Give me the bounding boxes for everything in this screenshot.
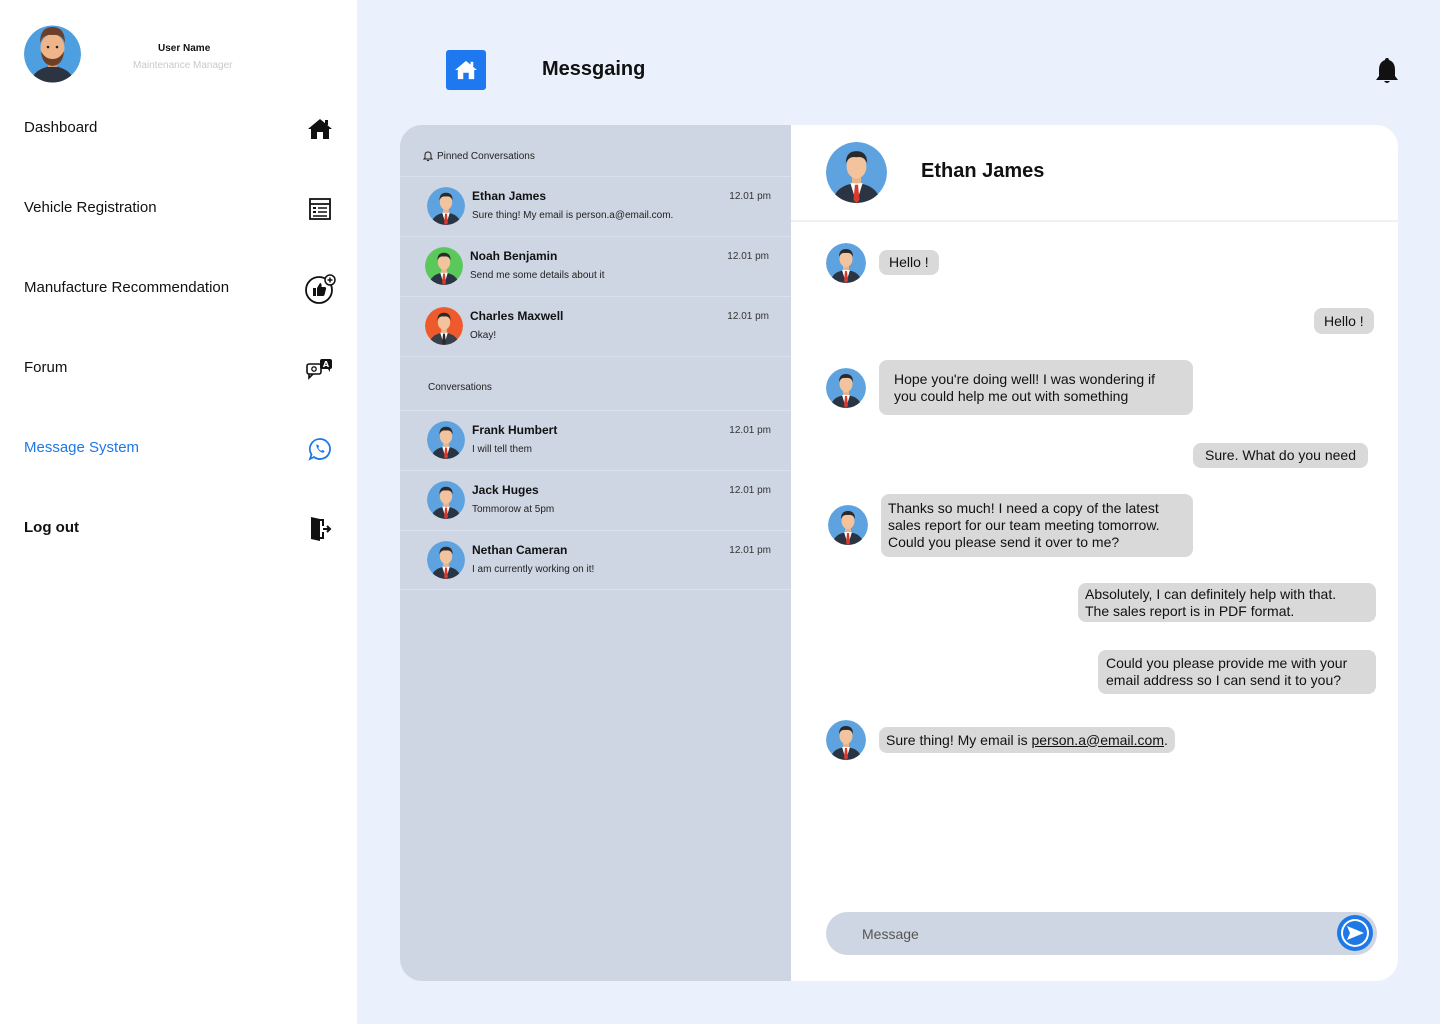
message-time: 12.01 pm bbox=[729, 191, 771, 202]
page-title: Messgaing bbox=[542, 58, 646, 80]
message-text: . bbox=[1164, 731, 1168, 748]
nav-item-forum[interactable]: Forum A bbox=[24, 349, 340, 389]
nav-item-vehicle-registration[interactable]: Vehicle Registration bbox=[24, 189, 340, 229]
send-icon bbox=[1341, 919, 1369, 947]
user-avatar bbox=[24, 25, 81, 83]
conversation-item[interactable]: Noah Benjamin Send me some details about… bbox=[400, 236, 791, 296]
chat-contact-name: Ethan James bbox=[921, 160, 1045, 182]
contact-name: Noah Benjamin bbox=[470, 249, 558, 263]
chat-contact-avatar bbox=[826, 142, 887, 203]
registration-form-icon bbox=[304, 193, 336, 225]
user-name: User Name bbox=[158, 43, 211, 54]
thumbs-up-icon bbox=[304, 273, 336, 305]
contact-avatar bbox=[427, 187, 465, 225]
message-avatar bbox=[826, 720, 866, 760]
last-message: I will tell them bbox=[472, 444, 533, 455]
last-message: Tommorow at 5pm bbox=[472, 504, 555, 515]
nav-item-dashboard[interactable]: Dashboard bbox=[24, 109, 340, 149]
last-message: Send me some details about it bbox=[470, 270, 605, 281]
nav-item-label: Log out bbox=[24, 519, 79, 536]
contact-avatar bbox=[427, 481, 465, 519]
contact-name: Frank Humbert bbox=[472, 423, 558, 437]
nav-item-label: Message System bbox=[24, 439, 140, 456]
contact-name: Jack Huges bbox=[472, 483, 539, 497]
message-bubble-sent: Could you please provide me with your em… bbox=[1098, 650, 1376, 694]
last-message: I am currently working on it! bbox=[472, 564, 595, 575]
conversation-item[interactable]: Nethan Cameran I am currently working on… bbox=[400, 530, 791, 590]
nav-item-message-system[interactable]: Message System bbox=[24, 429, 340, 469]
message-bubble-sent: Sure. What do you need bbox=[1193, 443, 1368, 468]
conversations-section-label: Conversations bbox=[428, 382, 492, 393]
message-avatar bbox=[826, 368, 866, 408]
user-profile[interactable]: User Name Maintenance Manager bbox=[24, 21, 344, 85]
last-message: Sure thing! My email is person.a@email.c… bbox=[472, 210, 674, 221]
message-time: 12.01 pm bbox=[729, 485, 771, 496]
message-bubble-received: Sure thing! My email is person.a@email.c… bbox=[879, 727, 1175, 753]
message-bubble-sent: Absolutely, I can definitely help with t… bbox=[1078, 583, 1376, 622]
message-time: 12.01 pm bbox=[729, 545, 771, 556]
message-bubble-received: Hope you're doing well! I was wondering … bbox=[879, 360, 1193, 415]
nav-item-label: Vehicle Registration bbox=[24, 199, 157, 216]
divider bbox=[400, 356, 791, 357]
message-avatar bbox=[826, 243, 866, 283]
pinned-section-label: Pinned Conversations bbox=[437, 151, 535, 162]
message-input[interactable] bbox=[862, 923, 1322, 945]
conversation-item[interactable]: Charles Maxwell Okay! 12.01 pm bbox=[400, 296, 791, 356]
nav-item-label: Forum bbox=[24, 359, 68, 376]
home-icon bbox=[304, 113, 336, 145]
last-message: Okay! bbox=[470, 330, 497, 341]
email-link[interactable]: person.a@email.com bbox=[1032, 732, 1165, 749]
send-button[interactable] bbox=[1337, 915, 1373, 951]
message-bubble-sent: Hello ! bbox=[1314, 308, 1374, 334]
pin-icon bbox=[423, 151, 433, 162]
conversation-item[interactable]: Jack Huges Tommorow at 5pm 12.01 pm bbox=[400, 470, 791, 530]
home-icon bbox=[455, 60, 477, 80]
contact-name: Ethan James bbox=[472, 189, 547, 203]
contact-avatar bbox=[425, 307, 463, 345]
contact-avatar bbox=[427, 541, 465, 579]
message-avatar bbox=[828, 505, 868, 545]
nav-item-manufacture-recommendation[interactable]: Manufacture Recommendation bbox=[24, 269, 340, 309]
notification-bell-icon[interactable] bbox=[1374, 56, 1400, 86]
nav-item-label: Dashboard bbox=[24, 119, 98, 136]
message-time: 12.01 pm bbox=[729, 425, 771, 436]
message-time: 12.01 pm bbox=[727, 251, 769, 262]
contact-avatar bbox=[427, 421, 465, 459]
conversation-item[interactable]: Ethan James Sure thing! My email is pers… bbox=[400, 176, 791, 236]
nav-item-label: Manufacture Recommendation bbox=[24, 279, 230, 296]
message-text: Sure thing! My email is bbox=[886, 731, 1032, 748]
contact-name: Charles Maxwell bbox=[470, 309, 564, 323]
contact-name: Nethan Cameran bbox=[472, 543, 568, 557]
conversation-item[interactable]: Frank Humbert I will tell them 12.01 pm bbox=[400, 410, 791, 470]
forum-chat-icon: A bbox=[304, 353, 336, 385]
user-role: Maintenance Manager bbox=[133, 60, 233, 71]
home-button[interactable] bbox=[446, 50, 486, 90]
message-input-bar bbox=[826, 912, 1377, 955]
contact-avatar bbox=[425, 247, 463, 285]
chat-header-divider bbox=[791, 220, 1398, 222]
sidebar: User Name Maintenance Manager Dashboard … bbox=[0, 0, 357, 1024]
svg-text:A: A bbox=[323, 360, 330, 369]
logout-door-icon bbox=[304, 513, 336, 545]
message-bubble-received: Thanks so much! I need a copy of the lat… bbox=[881, 494, 1193, 557]
nav-item-logout[interactable]: Log out bbox=[24, 509, 340, 549]
message-bubble-received: Hello ! bbox=[879, 250, 939, 275]
whatsapp-icon bbox=[304, 433, 336, 465]
message-time: 12.01 pm bbox=[727, 311, 769, 322]
